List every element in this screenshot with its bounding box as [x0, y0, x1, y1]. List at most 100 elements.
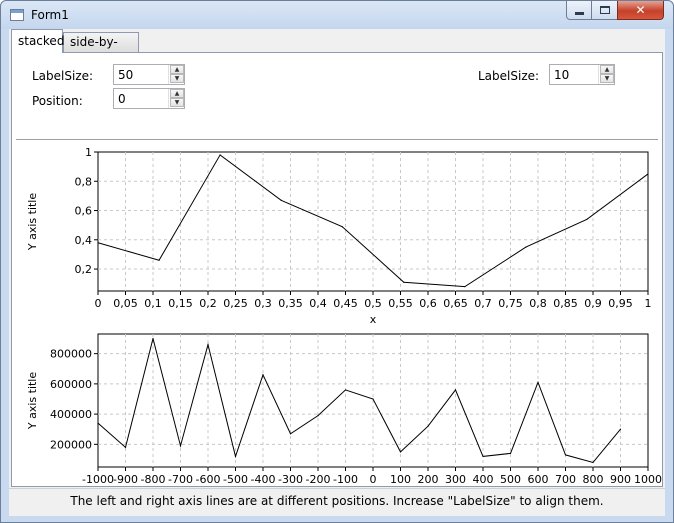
x-tick-label: 0 [370, 473, 377, 486]
data-point [124, 446, 127, 448]
x-tick-label: 300 [445, 473, 466, 486]
data-point [537, 381, 539, 383]
data-point [234, 455, 237, 458]
x-tick-label: -200 [306, 473, 331, 486]
chart-svg: 0 0,05 0,1 0,15 0,2 0,25 0,3 0,35 0,4 0,45 0,5 0,55… [26, 146, 652, 326]
y-tick-label: 0,6 [75, 205, 93, 218]
x-tick-label: 800 [583, 473, 604, 486]
close-button[interactable]: ✕ [617, 1, 664, 20]
title-bar[interactable]: Form1 ✕ [1, 1, 673, 29]
x-tick-label: 0,6 [419, 297, 437, 310]
app-icon[interactable] [10, 9, 24, 21]
status-text: The left and right axis lines are at dif… [9, 488, 665, 514]
x-tick-label: 0,4 [309, 297, 327, 310]
x-tick-label: 0,15 [168, 297, 193, 310]
x-tick-label: 0,1 [144, 297, 162, 310]
x-tick-label: 500 [500, 473, 521, 486]
x-tick-label: 0,95 [608, 297, 633, 310]
x-tick-label: 0,3 [254, 297, 272, 310]
data-point [525, 246, 527, 248]
data-point [341, 226, 343, 228]
data-point [97, 422, 99, 424]
spin-up-button[interactable]: ▲ [170, 65, 184, 74]
data-point [262, 374, 264, 376]
spin-up-button[interactable]: ▲ [600, 65, 614, 74]
tab-stacked[interactable]: stacked [11, 29, 64, 53]
y-axis-title: Y axis title [26, 193, 39, 251]
minimize-icon [574, 12, 584, 15]
x-tick-label: 0,5 [364, 297, 382, 310]
data-point [158, 259, 160, 261]
x-tick-label: 0,85 [553, 297, 578, 310]
left-labelsize-value[interactable]: 50 [118, 68, 133, 82]
x-tick-label: 0,75 [498, 297, 523, 310]
tab-side-by-side[interactable]: side-by-side [63, 32, 139, 68]
x-tick-label: 1 [645, 297, 652, 310]
data-point [586, 218, 588, 220]
spin-down-button[interactable]: ▼ [170, 74, 184, 83]
spinner-buttons: ▲ ▼ [168, 65, 184, 84]
client-area: stacked side-by-side LabelSize: 50 ▲ ▼ P… [9, 29, 665, 516]
spin-up-button[interactable]: ▲ [170, 89, 184, 98]
data-point [464, 286, 466, 288]
data-point [152, 337, 154, 340]
x-tick-label: -700 [168, 473, 193, 486]
data-point [403, 281, 405, 283]
x-tick-label: 0 [95, 297, 102, 310]
x-tick-label: -800 [141, 473, 166, 486]
spinner-buttons: ▲ ▼ [168, 89, 184, 108]
spin-down-button[interactable]: ▼ [600, 74, 614, 83]
x-tick-label: -500 [223, 473, 248, 486]
position-spinner[interactable]: 0 ▲ ▼ [113, 88, 185, 109]
y-tick-label: 600000 [50, 378, 92, 391]
x-tick-label: -300 [278, 473, 303, 486]
spinner-buttons: ▲ ▼ [598, 65, 614, 84]
left-labelsize-spinner[interactable]: 50 ▲ ▼ [113, 64, 185, 85]
data-point [619, 428, 622, 430]
data-point [564, 454, 567, 456]
right-labelsize-spinner[interactable]: 10 ▲ ▼ [549, 64, 615, 85]
data-point [280, 199, 282, 201]
x-tick-label: 0,9 [584, 297, 602, 310]
chart-svg: -1000 -900 -800 -700 -600 -500 -400 -300 -200 -10… [26, 333, 662, 486]
left-labelsize-label: LabelSize: [32, 69, 94, 83]
x-tick-label: 0,55 [388, 297, 413, 310]
position-label: Position: [32, 94, 83, 108]
data-point [219, 154, 221, 156]
separator [16, 139, 658, 140]
data-point [207, 343, 209, 346]
bottom-chart[interactable]: -1000 -900 -800 -700 -600 -500 -400 -300 -200 -10… [12, 325, 662, 487]
data-point [592, 461, 594, 464]
maximize-button[interactable] [591, 1, 618, 20]
data-point [317, 415, 319, 417]
data-point [647, 173, 649, 175]
maximize-icon [599, 6, 610, 14]
data-point [482, 455, 484, 458]
x-tick-label: 0,45 [333, 297, 358, 310]
x-tick-label: 900 [610, 473, 631, 486]
x-tick-label: -900 [113, 473, 138, 486]
x-tick-label: 0,35 [278, 297, 303, 310]
data-point [179, 445, 182, 447]
x-tick-label: 600 [528, 473, 549, 486]
position-value[interactable]: 0 [118, 92, 126, 106]
y-tick-label: 1 [85, 146, 92, 159]
data-point [427, 425, 429, 427]
y-tick-label: 800000 [50, 348, 92, 361]
y-tick-label: 200000 [50, 438, 92, 451]
top-chart[interactable]: 0 0,05 0,1 0,15 0,2 0,25 0,3 0,35 0,4 0,45 0,5 0,55… [12, 142, 662, 326]
data-point [344, 389, 347, 391]
data-point [372, 398, 374, 400]
data-point [509, 452, 512, 454]
y-tick-label: 0,8 [75, 175, 93, 188]
close-icon: ✕ [635, 3, 646, 17]
minimize-button[interactable] [566, 1, 592, 20]
x-tick-label: 400 [473, 473, 494, 486]
y-tick-label: 400000 [50, 408, 92, 421]
tab-strip: stacked side-by-side [9, 29, 665, 68]
spin-down-button[interactable]: ▼ [170, 98, 184, 107]
right-labelsize-value[interactable]: 10 [554, 68, 569, 82]
data-point [289, 433, 292, 435]
x-tick-label: 0,8 [529, 297, 547, 310]
x-tick-label: -100 [333, 473, 358, 486]
